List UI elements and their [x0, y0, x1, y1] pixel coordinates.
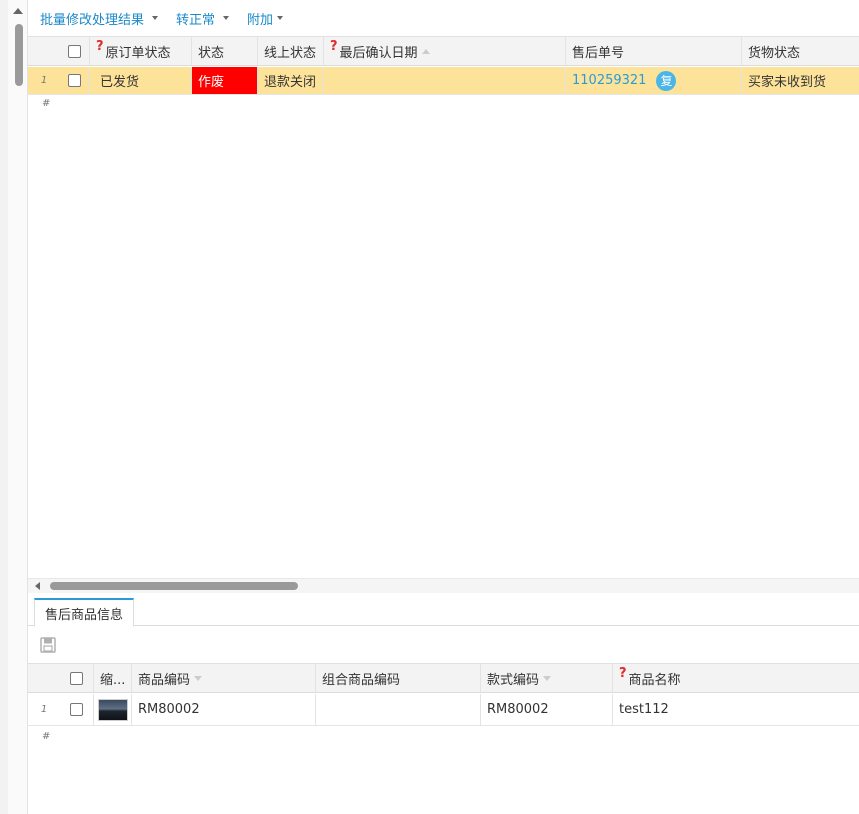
- row-number: 1: [40, 704, 48, 715]
- question-icon[interactable]: ?: [96, 39, 104, 54]
- aftersale-grid-header: ? 原订单状态 状态 线上状态 ? 最后确认日期 售后单号 货物状态: [28, 36, 859, 66]
- to-normal-button[interactable]: 转正常: [176, 9, 230, 28]
- sort-icon[interactable]: [543, 675, 552, 681]
- col-combo-sku[interactable]: 组合商品编码: [316, 664, 481, 692]
- table-row[interactable]: 1 RM80002 RM80002 test112: [28, 694, 859, 726]
- table-row[interactable]: 1 已发货 作废 退款关闭 110259321 复 买家未收到货: [28, 67, 859, 95]
- detail-tabbar: 售后商品信息: [28, 594, 859, 627]
- cell-last-confirm: [324, 67, 566, 94]
- select-all-checkbox[interactable]: [70, 671, 83, 685]
- col-goods-status-label: 货物状态: [748, 45, 801, 61]
- col-aftersale-no[interactable]: 售后单号: [566, 37, 742, 65]
- col-combo-sku-label: 组合商品编码: [322, 672, 401, 688]
- col-last-confirm-label: 最后确认日期: [339, 45, 418, 61]
- tab-aftersale-goods[interactable]: 售后商品信息: [34, 598, 135, 627]
- cell-orig-status: 已发货: [90, 67, 192, 94]
- scroll-left-icon[interactable]: [35, 582, 40, 590]
- app-root: 批量修改处理结果 转正常 附加 ? 原订单状态 状态 线上状态 ? 最后确认日期: [0, 0, 859, 814]
- col-orig-status[interactable]: ? 原订单状态: [90, 37, 192, 65]
- caret-down-icon: [152, 16, 159, 20]
- col-aftersale-no-label: 售后单号: [572, 45, 625, 61]
- cell-thumb[interactable]: [94, 694, 132, 725]
- toolbar: 批量修改处理结果 转正常 附加: [28, 0, 859, 36]
- col-orig-status-label: 原订单状态: [105, 45, 171, 61]
- caret-down-icon: [223, 16, 230, 20]
- question-icon[interactable]: ?: [619, 666, 627, 681]
- goods-grid-header: 缩... 商品编码 组合商品编码 款式编码 ? 商品名称: [28, 663, 859, 693]
- sort-icon[interactable]: [194, 675, 203, 681]
- detail-toolbar: [28, 627, 859, 663]
- vertical-scrollbar[interactable]: [8, 0, 28, 814]
- question-icon[interactable]: ?: [330, 39, 338, 54]
- select-all-checkbox[interactable]: [68, 44, 81, 58]
- vertical-scroll-thumb[interactable]: [15, 24, 23, 86]
- horizontal-scroll-thumb[interactable]: [50, 582, 298, 590]
- extra-button[interactable]: 附加: [247, 9, 284, 28]
- header-select-all[interactable]: [60, 664, 94, 692]
- col-online-status[interactable]: 线上状态: [258, 37, 324, 65]
- col-goods-name[interactable]: ? 商品名称: [613, 664, 859, 692]
- col-goods-status[interactable]: 货物状态: [742, 37, 859, 65]
- cell-sku: RM80002: [132, 694, 316, 725]
- scroll-up-icon[interactable]: [13, 8, 23, 14]
- cell-aftersale-no: 110259321 复: [566, 67, 742, 94]
- batch-modify-button[interactable]: 批量修改处理结果: [40, 9, 159, 28]
- horizontal-scrollbar[interactable]: [28, 578, 859, 593]
- col-last-confirm[interactable]: ? 最后确认日期: [324, 37, 566, 65]
- cell-style-code: RM80002: [481, 694, 613, 725]
- col-style-code[interactable]: 款式编码: [481, 664, 613, 692]
- grid-footer-marker: #: [42, 731, 51, 742]
- row-checkbox[interactable]: [68, 74, 81, 87]
- cell-goods-status: 买家未收到货: [748, 75, 827, 90]
- left-panel-edge: [0, 0, 8, 814]
- col-goods-name-label: 商品名称: [628, 672, 681, 688]
- col-thumb[interactable]: 缩...: [94, 664, 132, 692]
- col-sku-label: 商品编码: [138, 672, 191, 688]
- row-select[interactable]: [60, 694, 94, 725]
- image-thumbnail[interactable]: [98, 698, 128, 721]
- col-status-label: 状态: [198, 45, 225, 61]
- goods-grid: 缩... 商品编码 组合商品编码 款式编码 ? 商品名称 1 RM80002 R…: [28, 663, 859, 814]
- tab-aftersale-goods-label: 售后商品信息: [45, 607, 124, 623]
- header-select-all[interactable]: [60, 37, 90, 65]
- aftersale-no-link[interactable]: 110259321: [572, 73, 646, 88]
- col-status[interactable]: 状态: [192, 37, 258, 65]
- row-checkbox[interactable]: [70, 703, 83, 716]
- row-select[interactable]: [60, 67, 90, 94]
- save-icon[interactable]: [40, 637, 56, 653]
- cell-combo-sku: [316, 694, 481, 725]
- col-online-status-label: 线上状态: [264, 45, 317, 61]
- header-rownum: [28, 37, 60, 65]
- col-sku[interactable]: 商品编码: [132, 664, 316, 692]
- grid-footer-marker: #: [42, 98, 51, 109]
- aftersale-grid: ? 原订单状态 状态 线上状态 ? 最后确认日期 售后单号 货物状态 1 已发货…: [28, 36, 859, 578]
- cell-online-status: 退款关闭: [258, 67, 324, 94]
- col-style-code-label: 款式编码: [487, 672, 540, 688]
- repeat-badge[interactable]: 复: [656, 70, 677, 91]
- cell-goods-name: test112: [619, 702, 669, 717]
- col-thumb-label: 缩...: [100, 672, 126, 688]
- caret-down-icon: [277, 16, 284, 20]
- batch-modify-label: 批量修改处理结果: [40, 12, 145, 28]
- cell-status: 作废: [192, 67, 258, 94]
- to-normal-label: 转正常: [176, 12, 216, 28]
- extra-label: 附加: [247, 12, 274, 28]
- header-rownum: [28, 664, 60, 692]
- row-number: 1: [40, 75, 48, 86]
- sort-icon[interactable]: [421, 48, 430, 54]
